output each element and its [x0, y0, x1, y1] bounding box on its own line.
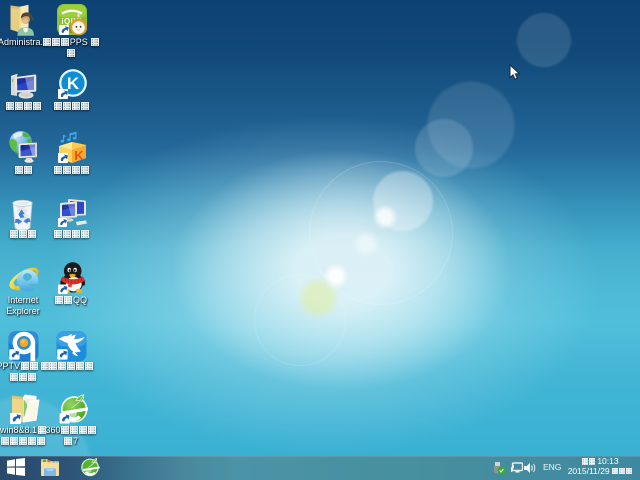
svg-text:K: K: [74, 148, 84, 163]
svg-text:K: K: [67, 74, 80, 93]
